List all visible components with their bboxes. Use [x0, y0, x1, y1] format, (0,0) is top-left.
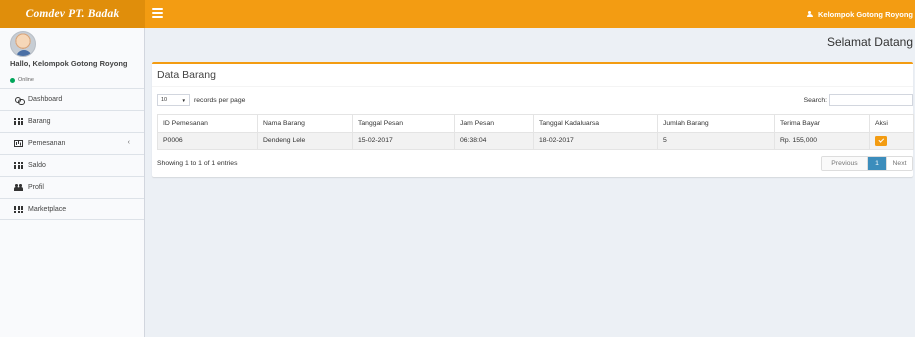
sidebar-item-dashboard[interactable]: Dashboard: [0, 88, 144, 110]
user-icon: [806, 10, 813, 18]
sidebar-item-profil[interactable]: Profil: [0, 176, 144, 198]
box-divider: [152, 86, 913, 87]
table-info: Showing 1 to 1 of 1 entries: [157, 160, 238, 167]
table-search: Search:: [804, 94, 913, 106]
confirm-button[interactable]: [875, 135, 887, 146]
page-title: Selamat Datang: [826, 35, 913, 49]
cell-id-pemesanan: P0006: [157, 131, 258, 150]
top-navbar: Comdev PT. Badak Kelompok Gotong Royong: [0, 0, 915, 28]
records-per-page-select[interactable]: 10 ▼: [157, 94, 190, 106]
records-per-page-label: records per page: [194, 96, 246, 104]
status-label: Online: [18, 77, 34, 83]
column-header-tanggal-pesan[interactable]: Tanggal Pesan: [352, 114, 455, 133]
table-row: P0006 Dendeng Lele 15-02-2017 06:38:04 1…: [157, 131, 914, 150]
box-title: Data Barang: [157, 69, 216, 81]
sidebar-item-barang[interactable]: Barang: [0, 110, 144, 132]
cell-tanggal-pesan: 15-02-2017: [352, 131, 455, 150]
previous-page-button[interactable]: Previous: [822, 157, 868, 170]
column-header-terima-bayar[interactable]: Terima Bayar: [774, 114, 870, 133]
column-header-tanggal-kadaluarsa[interactable]: Tanggal Kadaluarsa: [533, 114, 658, 133]
search-input[interactable]: [829, 94, 913, 106]
dashboard-icon: [14, 96, 25, 105]
online-status-icon: [10, 77, 15, 83]
sidebar: Hallo, Kelompok Gotong Royong Online Das…: [0, 28, 145, 337]
cell-terima-bayar: Rp. 155,000: [774, 131, 870, 150]
cell-nama-barang: Dendeng Lele: [257, 131, 353, 150]
avatar: [10, 31, 36, 57]
column-header-nama-barang[interactable]: Nama Barang: [257, 114, 353, 133]
sidebar-item-pemesanan[interactable]: Pemesanan ‹: [0, 132, 144, 154]
grid-icon: [14, 118, 23, 125]
sidebar-item-label: Dashboard: [28, 96, 63, 103]
column-header-id-pemesanan[interactable]: ID Pemesanan: [157, 114, 258, 133]
sidebar-item-label: Barang: [28, 118, 51, 125]
sidebar-item-label: Pemesanan: [28, 140, 66, 147]
sidebar-toggle-icon[interactable]: [152, 8, 163, 18]
user-menu-label: Kelompok Gotong Royong: [818, 9, 913, 19]
records-per-page-value: 10: [161, 97, 168, 103]
chart-icon: [14, 140, 23, 147]
sidebar-item-marketplace[interactable]: Marketplace: [0, 198, 144, 220]
pagination: Previous 1 Next: [821, 156, 913, 171]
sidebar-item-saldo[interactable]: Saldo: [0, 154, 144, 176]
cell-aksi: [869, 131, 914, 150]
chevron-down-icon: ▼: [181, 97, 186, 103]
sidebar-menu: Dashboard Barang Pemesanan ‹ Saldo Profi…: [0, 88, 144, 220]
user-panel: Hallo, Kelompok Gotong Royong Online: [0, 28, 144, 88]
sidebar-item-label: Saldo: [28, 162, 46, 169]
user-status: Online: [10, 77, 34, 83]
user-greeting: Hallo, Kelompok Gotong Royong: [10, 59, 128, 68]
column-header-aksi[interactable]: Aksi: [869, 114, 914, 133]
cell-jam-pesan: 06:38:04: [454, 131, 534, 150]
column-header-jam-pesan[interactable]: Jam Pesan: [454, 114, 534, 133]
column-header-jumlah-barang[interactable]: Jumlah Barang: [657, 114, 775, 133]
data-barang-box: Data Barang 10 ▼ records per page Search…: [152, 62, 914, 177]
check-icon: [877, 137, 884, 143]
table-header-row: ID Pemesanan Nama Barang Tanggal Pesan J…: [157, 114, 914, 133]
data-table: ID Pemesanan Nama Barang Tanggal Pesan J…: [157, 114, 914, 150]
sidebar-item-label: Profil: [28, 184, 44, 191]
cell-tanggal-kadaluarsa: 18-02-2017: [533, 131, 658, 150]
users-icon: [14, 184, 23, 191]
grid-icon: [14, 162, 23, 169]
grid-icon: [14, 205, 23, 213]
user-menu[interactable]: Kelompok Gotong Royong: [806, 0, 915, 28]
records-per-page: 10 ▼ records per page: [157, 94, 245, 106]
brand-logo[interactable]: Comdev PT. Badak: [0, 0, 145, 28]
next-page-button[interactable]: Next: [886, 157, 912, 170]
search-label: Search:: [803, 96, 827, 104]
sidebar-item-label: Marketplace: [28, 205, 67, 213]
page-1-button[interactable]: 1: [868, 157, 886, 170]
chevron-left-icon: ‹: [127, 139, 130, 146]
cell-jumlah-barang: 5: [657, 131, 775, 150]
content-header: Selamat Datang: [150, 28, 915, 53]
